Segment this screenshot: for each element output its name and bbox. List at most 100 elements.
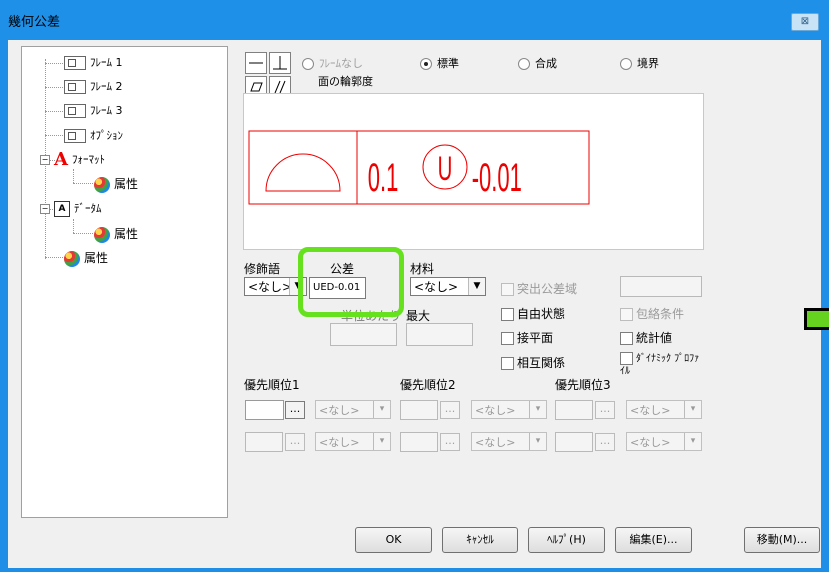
tree-item-frame-1[interactable]: ﾌﾚｰﾑ 1: [64, 54, 123, 72]
radio-frame-none[interactable]: ﾌﾚｰﾑなし: [302, 55, 363, 71]
max-input[interactable]: [406, 323, 473, 346]
cancel-button[interactable]: ｷｬﾝｾﾙ: [442, 527, 518, 553]
tertiary-datum-modifier-2[interactable]: <なし> ▾: [626, 432, 702, 451]
tree-item-label: ﾌﾚｰﾑ 2: [90, 80, 123, 93]
per-unit-input[interactable]: [330, 323, 397, 346]
secondary-datum-browse-1[interactable]: ...: [440, 401, 460, 419]
ok-button[interactable]: OK: [355, 527, 432, 553]
edit-button[interactable]: 編集(E)...: [615, 527, 692, 553]
radio-label: 合成: [535, 57, 557, 70]
primary-datum-modifier-2[interactable]: <なし> ▾: [315, 432, 391, 451]
radio-selected-icon: [420, 58, 432, 70]
tree-line: [45, 87, 65, 88]
material-label: 材料: [410, 262, 435, 276]
tree-line: [45, 135, 65, 136]
chevron-down-icon: ▼: [468, 278, 485, 295]
close-button[interactable]: ⊠: [791, 13, 819, 31]
primary-datum-browse-2[interactable]: ...: [285, 433, 305, 451]
radio-frame-standard[interactable]: 標準: [420, 55, 459, 71]
checkbox-icon: [620, 308, 633, 321]
tree-item-label: ﾃﾞｰﾀﾑ: [74, 202, 102, 215]
secondary-datum-browse-2[interactable]: ...: [440, 433, 460, 451]
tree-item-datum[interactable]: A ﾃﾞｰﾀﾑ: [54, 200, 102, 218]
datum-modifier-value: <なし>: [319, 436, 360, 449]
surface-profile-symbol: [265, 153, 341, 192]
symbol-caption: 面の輪郭度: [318, 75, 373, 88]
checkbox-label: 包絡条件: [636, 307, 685, 321]
chevron-down-icon: ▾: [529, 433, 546, 450]
tree-line: [45, 111, 65, 112]
material-select[interactable]: <なし> ▼: [410, 277, 486, 296]
green-marker: [804, 308, 829, 330]
primary-datum-input-1[interactable]: [245, 400, 284, 420]
tertiary-datum-modifier-1[interactable]: <なし> ▾: [626, 400, 702, 419]
tree-line: [45, 257, 65, 258]
tree-item-attributes[interactable]: 属性: [64, 249, 108, 267]
tree-line: [73, 183, 93, 184]
checkbox-label: 自由状態: [517, 307, 566, 321]
radio-frame-boundary[interactable]: 境界: [620, 55, 659, 71]
tertiary-datum-input-1[interactable]: [555, 400, 593, 420]
datum-icon: A: [54, 201, 70, 217]
dynamic-profile-checkbox[interactable]: ﾀﾞｲﾅﾐｯｸ ﾌﾟﾛﾌｧｲﾙ: [620, 352, 700, 378]
datum-modifier-value: <なし>: [630, 404, 671, 417]
projected-zone-input[interactable]: [620, 276, 702, 297]
tree-item-frame-3[interactable]: ﾌﾚｰﾑ 3: [64, 102, 123, 120]
tree-item-format[interactable]: A ﾌｫｰﾏｯﾄ: [54, 151, 105, 169]
tree-item-options[interactable]: ｵﾌﾟｼｮﾝ: [64, 127, 123, 145]
palette-icon: [94, 177, 110, 193]
checkbox-label: 相互関係: [517, 356, 566, 370]
dialog-body: − − ﾌﾚｰﾑ 1 ﾌﾚｰﾑ 2 ﾌﾚｰﾑ 3 ｵﾌﾟｼｮﾝ A ﾌｫｰﾏｯﾄ …: [8, 40, 821, 568]
datum-modifier-value: <なし>: [630, 436, 671, 449]
primary-datum-browse-1[interactable]: ...: [285, 401, 305, 419]
radio-icon: [302, 58, 314, 70]
chevron-down-icon: ▾: [684, 401, 701, 418]
collapse-format-toggle[interactable]: −: [40, 155, 50, 165]
free-state-checkbox[interactable]: 自由状態: [501, 305, 565, 322]
secondary-datum-modifier-1[interactable]: <なし> ▾: [471, 400, 547, 419]
title-bar[interactable]: 幾何公差 ⊠: [0, 0, 829, 40]
tertiary-datum-input-2[interactable]: [555, 432, 593, 452]
statistical-checkbox[interactable]: 統計値: [620, 329, 672, 346]
frame-icon: [64, 104, 86, 118]
tertiary-datum-browse-1[interactable]: ...: [595, 401, 615, 419]
tree-item-label: 属性: [84, 251, 109, 265]
tree-line: [73, 219, 74, 233]
tree-line: [45, 63, 65, 64]
tertiary-datum-browse-2[interactable]: ...: [595, 433, 615, 451]
envelope-checkbox[interactable]: 包絡条件: [620, 305, 684, 322]
preview-offset-value: -0.01: [472, 155, 522, 200]
checkbox-icon: [501, 308, 514, 321]
palette-icon: [94, 227, 110, 243]
tree-item-label: ﾌﾚｰﾑ 3: [90, 104, 123, 117]
checkbox-label: 統計値: [636, 331, 673, 345]
perpendicularity-symbol-button[interactable]: [269, 52, 291, 74]
secondary-datum-modifier-2[interactable]: <なし> ▾: [471, 432, 547, 451]
interrelation-checkbox[interactable]: 相互関係: [501, 354, 565, 371]
projected-zone-checkbox[interactable]: 突出公差域: [501, 280, 577, 297]
checkbox-icon: [501, 332, 514, 345]
primary-datum-modifier-1[interactable]: <なし> ▾: [315, 400, 391, 419]
preview-modifier-letter: U: [438, 150, 453, 188]
tree-item-datum-attributes[interactable]: 属性: [94, 225, 138, 243]
straightness-symbol-button[interactable]: [245, 52, 267, 74]
primary-datum-input-2[interactable]: [245, 432, 283, 452]
preview-panel: 0.1 U -0.01: [243, 93, 704, 250]
move-button[interactable]: 移動(M)...: [744, 527, 820, 553]
secondary-datum-input-2[interactable]: [400, 432, 438, 452]
chevron-down-icon: ▾: [529, 401, 546, 418]
font-a-icon: A: [54, 149, 68, 170]
modifier-value: <なし>: [248, 280, 293, 294]
help-button[interactable]: ﾍﾙﾌﾟ(H): [528, 527, 605, 553]
radio-frame-composite[interactable]: 合成: [518, 55, 557, 71]
radio-label: 標準: [437, 57, 459, 70]
max-label: 最大: [406, 309, 431, 323]
tree-item-format-attributes[interactable]: 属性: [94, 175, 138, 193]
secondary-datum-input-1[interactable]: [400, 400, 438, 420]
tolerance-frame-preview: 0.1 U -0.01: [248, 130, 590, 205]
collapse-datum-toggle[interactable]: −: [40, 204, 50, 214]
tangent-plane-checkbox[interactable]: 接平面: [501, 329, 553, 346]
palette-icon: [64, 251, 80, 267]
tree-item-frame-2[interactable]: ﾌﾚｰﾑ 2: [64, 78, 123, 96]
radio-icon: [518, 58, 530, 70]
